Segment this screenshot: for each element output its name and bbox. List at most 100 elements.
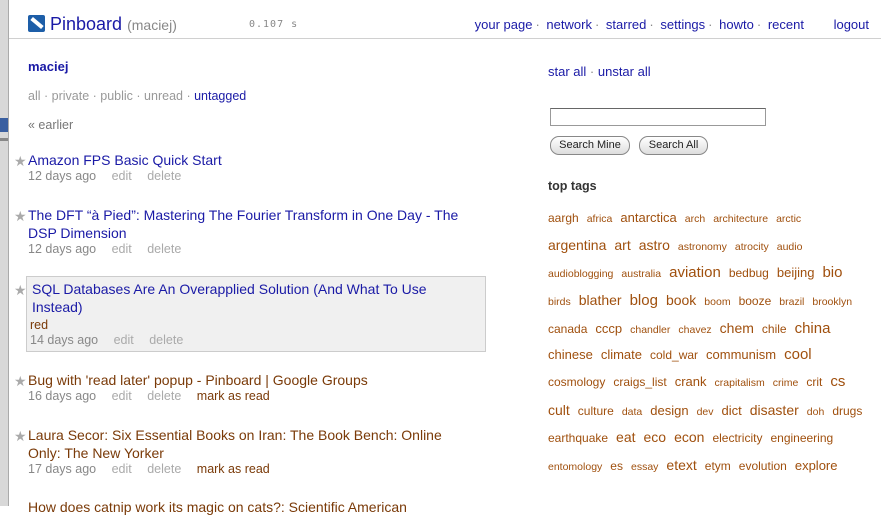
tag-link[interactable]: arctic bbox=[776, 209, 801, 229]
tag-link[interactable]: communism bbox=[706, 345, 776, 365]
tag-link[interactable]: design bbox=[650, 401, 688, 421]
edit-link[interactable]: edit bbox=[112, 169, 132, 183]
star-icon[interactable]: ★ bbox=[14, 428, 27, 445]
edit-link[interactable]: edit bbox=[112, 462, 132, 476]
tag-link[interactable]: electricity bbox=[712, 428, 762, 448]
filter-private[interactable]: private bbox=[52, 89, 90, 103]
star-icon[interactable]: ★ bbox=[14, 373, 27, 390]
bookmark-title[interactable]: SQL Databases Are An Overapplied Solutio… bbox=[32, 280, 492, 316]
earlier-link[interactable]: « earlier bbox=[28, 118, 73, 132]
tag-link[interactable]: disaster bbox=[750, 400, 799, 420]
tag-link[interactable]: booze bbox=[739, 291, 772, 311]
edit-link[interactable]: edit bbox=[114, 333, 134, 347]
tag-link[interactable]: antarctica bbox=[620, 208, 676, 228]
search-input[interactable] bbox=[550, 108, 766, 126]
bookmark-title[interactable]: Amazon FPS Basic Quick Start bbox=[28, 151, 488, 169]
tag-link[interactable]: data bbox=[622, 402, 642, 422]
star-icon[interactable]: ★ bbox=[14, 208, 27, 225]
mark-as-read-link[interactable]: mark as read bbox=[197, 462, 270, 476]
tag-link[interactable]: econ bbox=[674, 427, 704, 447]
tag-link[interactable]: beijing bbox=[777, 263, 815, 283]
tag-link[interactable]: arch bbox=[685, 209, 705, 229]
mark-as-read-link[interactable]: mark as read bbox=[197, 389, 270, 403]
tag-link[interactable]: drugs bbox=[832, 401, 862, 421]
tag-link[interactable]: cs bbox=[830, 372, 845, 392]
tag-link[interactable]: cool bbox=[784, 345, 812, 365]
filter-all[interactable]: all bbox=[28, 89, 41, 103]
tag-link[interactable]: crit bbox=[806, 372, 822, 392]
search-all-button[interactable]: Search All bbox=[639, 136, 708, 155]
nav-settings[interactable]: settings bbox=[660, 17, 705, 32]
tag-link[interactable]: engineering bbox=[770, 428, 833, 448]
tag-link[interactable]: australia bbox=[621, 264, 661, 284]
bookmark-date[interactable]: 17 days ago bbox=[28, 462, 96, 476]
tag-link[interactable]: book bbox=[666, 290, 696, 310]
tag-link[interactable]: cult bbox=[548, 400, 570, 420]
tag-link[interactable]: boom bbox=[704, 292, 730, 312]
tag-link[interactable]: canada bbox=[548, 319, 587, 339]
bookmark-title[interactable]: How does catnip work its magic on cats?:… bbox=[28, 498, 488, 516]
tag-link[interactable]: audioblogging bbox=[548, 264, 613, 284]
tag-link[interactable]: cccp bbox=[595, 319, 622, 339]
filter-untagged[interactable]: untagged bbox=[194, 89, 246, 103]
tag-link[interactable]: architecture bbox=[713, 209, 768, 229]
tag-link[interactable]: cold_war bbox=[650, 345, 698, 365]
nav-your-page[interactable]: your page bbox=[475, 17, 533, 32]
profile-username[interactable]: maciej bbox=[28, 59, 68, 74]
nav-starred[interactable]: starred bbox=[606, 17, 646, 32]
tag-link[interactable]: argentina bbox=[548, 235, 606, 255]
tag-link[interactable]: chandler bbox=[630, 320, 670, 340]
star-all-link[interactable]: star all bbox=[548, 64, 586, 79]
tag-link[interactable]: brazil bbox=[779, 292, 804, 312]
tag-link[interactable]: es bbox=[610, 456, 623, 476]
pinboard-logo-icon[interactable] bbox=[28, 15, 45, 32]
tag-link[interactable]: crank bbox=[675, 372, 707, 392]
tag-link[interactable]: africa bbox=[587, 209, 613, 229]
tag-link[interactable]: earthquake bbox=[548, 428, 608, 448]
tag-link[interactable]: aargh bbox=[548, 208, 579, 228]
tag-link[interactable]: crime bbox=[773, 373, 799, 393]
bookmark-title[interactable]: Bug with 'read later' popup - Pinboard |… bbox=[28, 371, 488, 389]
tag-link[interactable]: essay bbox=[631, 457, 658, 477]
tag-link[interactable]: entomology bbox=[548, 457, 602, 477]
tag-link[interactable]: explore bbox=[795, 456, 838, 476]
tag-link[interactable]: chavez bbox=[678, 320, 711, 340]
unstar-all-link[interactable]: unstar all bbox=[598, 64, 651, 79]
logout-link[interactable]: logout bbox=[834, 17, 869, 32]
delete-link[interactable]: delete bbox=[147, 462, 181, 476]
tag-link[interactable]: chem bbox=[720, 318, 754, 338]
tag-link[interactable]: bedbug bbox=[729, 263, 769, 283]
delete-link[interactable]: delete bbox=[147, 389, 181, 403]
bookmark-title[interactable]: Laura Secor: Six Essential Books on Iran… bbox=[28, 426, 488, 462]
bookmark-date[interactable]: 12 days ago bbox=[28, 242, 96, 256]
bookmark-date[interactable]: 16 days ago bbox=[28, 389, 96, 403]
tag-link[interactable]: eco bbox=[644, 427, 667, 447]
tag-link[interactable]: brooklyn bbox=[812, 292, 852, 312]
star-icon[interactable]: ★ bbox=[14, 153, 27, 170]
tag-link[interactable]: climate bbox=[601, 345, 642, 365]
tag-link[interactable]: art bbox=[614, 235, 630, 255]
tag-link[interactable]: culture bbox=[578, 401, 614, 421]
filter-unread[interactable]: unread bbox=[144, 89, 183, 103]
tag-link[interactable]: blather bbox=[579, 290, 622, 310]
edit-link[interactable]: edit bbox=[112, 242, 132, 256]
nav-howto[interactable]: howto bbox=[719, 17, 754, 32]
tag-link[interactable]: blog bbox=[630, 291, 658, 311]
tag-link[interactable]: etym bbox=[705, 456, 731, 476]
star-icon[interactable]: ★ bbox=[14, 282, 27, 299]
tag-link[interactable]: birds bbox=[548, 292, 571, 312]
tag-link[interactable]: bio bbox=[822, 263, 842, 283]
tag-link[interactable]: etext bbox=[666, 455, 696, 475]
nav-network[interactable]: network bbox=[546, 17, 592, 32]
tag-link[interactable]: craigs_list bbox=[613, 372, 666, 392]
tag-link[interactable]: audio bbox=[777, 237, 803, 257]
search-mine-button[interactable]: Search Mine bbox=[550, 136, 630, 155]
filter-public[interactable]: public bbox=[100, 89, 133, 103]
edit-link[interactable]: edit bbox=[112, 389, 132, 403]
tag-link[interactable]: dev bbox=[697, 402, 714, 422]
delete-link[interactable]: delete bbox=[149, 333, 183, 347]
tag-link[interactable]: astronomy bbox=[678, 237, 727, 257]
tag-link[interactable]: dict bbox=[722, 401, 742, 421]
tag-link[interactable]: astro bbox=[639, 235, 670, 255]
nav-recent[interactable]: recent bbox=[768, 17, 804, 32]
